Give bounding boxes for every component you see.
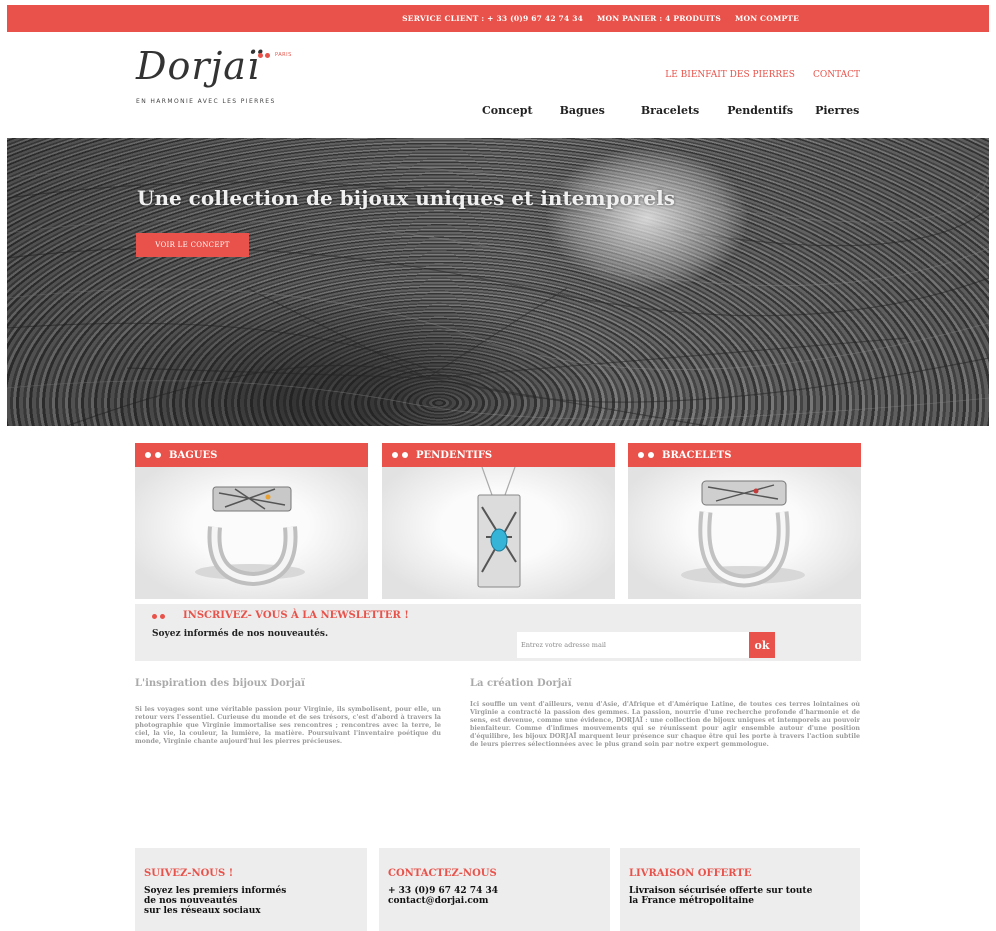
logo-paris: PARIS xyxy=(275,52,292,58)
bienfait-link[interactable]: LE BIENFAIT DES PIERRES xyxy=(665,70,795,80)
contact-link[interactable]: CONTACT xyxy=(813,70,860,80)
voir-concept-button[interactable]: VOIR LE CONCEPT xyxy=(136,233,249,257)
card-title: PENDENTIFS xyxy=(416,449,493,461)
article-creation: La création Dorjaï Ici souffle un vent d… xyxy=(470,678,860,749)
article-inspiration: L'inspiration des bijoux Dorjaï Si les v… xyxy=(135,678,441,746)
main-nav: Concept Bagues Bracelets Pendentifs Pier… xyxy=(482,104,859,117)
card-header: BRACELETS xyxy=(628,443,861,467)
footer-text[interactable]: + 33 (0)9 67 42 74 34 contact@dorjai.com xyxy=(388,886,601,906)
newsletter-subtitle: Soyez informés de nos nouveautés. xyxy=(152,629,329,639)
footer-text: Soyez les premiers informés de nos nouve… xyxy=(144,886,287,916)
footer-text: Livraison sécurisée offerte sur toute la… xyxy=(629,886,813,906)
service-client-link[interactable]: SERVICE CLIENT : + 33 (0)9 67 42 74 34 xyxy=(402,14,583,23)
card-title: BAGUES xyxy=(169,449,218,461)
cart-link[interactable]: MON PANIER : 4 PRODUITS xyxy=(597,14,721,23)
nav-pierres[interactable]: Pierres xyxy=(815,104,859,117)
footer-title: CONTACTEZ-NOUS xyxy=(388,868,497,879)
newsletter-section: INSCRIVEZ- VOUS À LA NEWSLETTER ! Soyez … xyxy=(135,604,861,661)
card-header: PENDENTIFS xyxy=(382,443,615,467)
top-bar: SERVICE CLIENT : + 33 (0)9 67 42 74 34 M… xyxy=(7,5,989,32)
newsletter-dots-icon xyxy=(152,614,165,619)
nav-pendentifs[interactable]: Pendentifs xyxy=(727,104,793,117)
logo-tagline: EN HARMONIE AVEC LES PIERRES xyxy=(136,98,276,105)
account-link[interactable]: MON COMPTE xyxy=(735,14,799,23)
logo[interactable]: Dorjaï PARIS EN HARMONIE AVEC LES PIERRE… xyxy=(136,46,336,106)
hero-banner: Une collection de bijoux uniques et inte… xyxy=(7,138,989,426)
footer-contactez-nous: CONTACTEZ-NOUS + 33 (0)9 67 42 74 34 con… xyxy=(379,848,610,931)
nav-concept[interactable]: Concept xyxy=(482,104,533,117)
newsletter-ok-button[interactable]: ok xyxy=(749,632,775,658)
footer-title: SUIVEZ-NOUS ! xyxy=(144,868,234,879)
nav-bagues[interactable]: Bagues xyxy=(560,104,605,117)
nav-bracelets[interactable]: Bracelets xyxy=(641,104,699,117)
footer-livraison: LIVRAISON OFFERTE Livraison sécurisée of… xyxy=(620,848,860,931)
article-title: La création Dorjaï xyxy=(470,678,572,689)
logo-dots-icon: PARIS xyxy=(258,52,292,58)
hero-title: Une collection de bijoux uniques et inte… xyxy=(137,186,676,210)
bracelet-image xyxy=(681,480,805,588)
footer-title: LIVRAISON OFFERTE xyxy=(629,868,752,879)
article-body: Ici souffle un vent d'ailleurs, venu d'A… xyxy=(470,701,860,748)
article-title: L'inspiration des bijoux Dorjaï xyxy=(135,678,305,689)
card-header: BAGUES xyxy=(135,443,368,467)
article-body: Si les voyages sont une véritable passio… xyxy=(135,706,441,745)
category-card-bagues[interactable]: BAGUES xyxy=(135,443,368,599)
logo-wordmark: Dorjaï xyxy=(136,44,261,88)
top-bar-links: SERVICE CLIENT : + 33 (0)9 67 42 74 34 M… xyxy=(402,5,799,32)
newsletter-title: INSCRIVEZ- VOUS À LA NEWSLETTER ! xyxy=(183,610,409,621)
ring-image xyxy=(195,486,305,587)
category-card-bracelets[interactable]: BRACELETS xyxy=(628,443,861,599)
newsletter-email-input[interactable] xyxy=(517,632,749,658)
card-title: BRACELETS xyxy=(662,449,732,461)
header-links: LE BIENFAIT DES PIERRES CONTACT xyxy=(665,70,860,80)
category-card-pendentifs[interactable]: PENDENTIFS xyxy=(382,443,615,599)
pendant-image xyxy=(477,467,521,588)
footer-suivez-nous: SUIVEZ-NOUS ! Soyez les premiers informé… xyxy=(135,848,367,931)
